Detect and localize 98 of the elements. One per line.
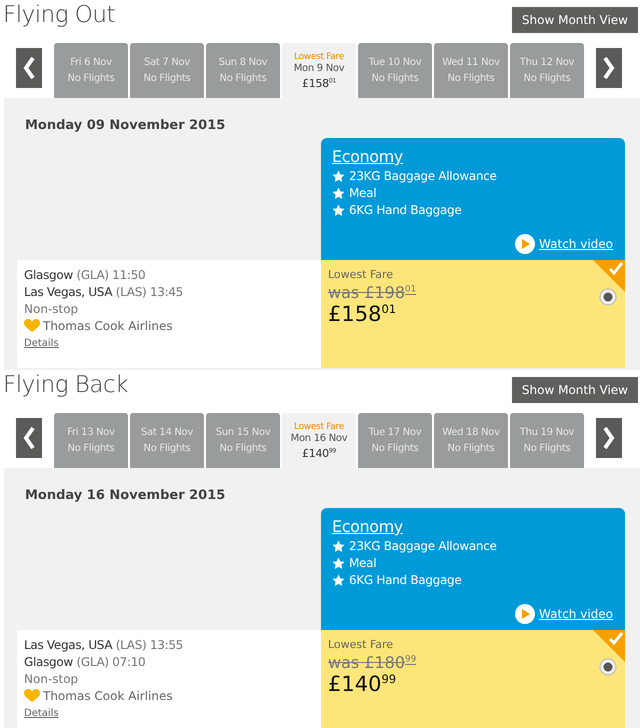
- date-label: Sat 7 Nov: [144, 57, 190, 68]
- tab-info: No Flights: [68, 73, 114, 84]
- date-heading: Monday 09 November 2015: [25, 118, 226, 133]
- play-icon: [515, 234, 536, 254]
- airline-name: Thomas Cook Airlines: [43, 319, 173, 333]
- feature-text: 6KG Hand Baggage: [349, 573, 462, 587]
- tab-info: No Flights: [372, 443, 418, 454]
- show-month-view-button[interactable]: Show Month View: [512, 377, 638, 403]
- departure-text: Las Vegas, USA (LAS) 13:55: [24, 638, 184, 652]
- date-tab[interactable]: Wed 11 Nov No Flights: [434, 43, 508, 98]
- star-icon: [332, 204, 345, 216]
- date-label: Mon 9 Nov: [294, 62, 344, 74]
- date-tab[interactable]: Tue 17 Nov No Flights: [358, 413, 432, 468]
- fare-label: Lowest Fare: [328, 638, 394, 651]
- star-icon: [332, 186, 345, 200]
- feature-text: 23KG Baggage Allowance: [349, 539, 497, 553]
- feature-text: Meal: [349, 556, 376, 570]
- feature-text: 6KG Hand Baggage: [349, 203, 462, 217]
- date-heading: Monday 16 November 2015: [25, 488, 226, 503]
- star-icon: [332, 540, 345, 552]
- next-button[interactable]: [596, 418, 622, 458]
- tab-info: No Flights: [524, 443, 570, 454]
- date-tab[interactable]: Sun 15 Nov No Flights: [206, 413, 280, 468]
- fare-class-name: Economy: [332, 517, 403, 536]
- star-icon: [332, 556, 345, 570]
- stops-text: Non-stop: [24, 672, 80, 686]
- tab-info: No Flights: [220, 443, 266, 454]
- fare-class-name: Economy: [332, 147, 403, 166]
- date-tab[interactable]: Lowest Fare Mon 16 Nov £140$^{99}$: [282, 413, 356, 468]
- arrival-text: Glasgow (GLA) 07:10: [24, 655, 146, 669]
- fare-price: £140$^{99}$: [328, 672, 396, 696]
- fare-option[interactable]: Lowest Fare was £180$^{99}$ £140$^{99}$: [321, 630, 625, 728]
- previous-button[interactable]: [16, 48, 42, 88]
- show-month-view-button[interactable]: Show Month View: [512, 7, 638, 33]
- date-tab[interactable]: Fri 6 Nov No Flights: [54, 43, 128, 98]
- watch-video-link[interactable]: Watch video: [515, 604, 613, 624]
- play-icon: [515, 604, 536, 624]
- radio-button[interactable]: [599, 288, 617, 306]
- date-tab[interactable]: Sat 14 Nov No Flights: [130, 413, 204, 468]
- date-label: Thu 19 Nov: [520, 427, 574, 438]
- radio-button[interactable]: [599, 658, 617, 676]
- feature-text: Meal: [349, 186, 376, 200]
- was-price: was £180$^{99}$: [328, 653, 416, 672]
- date-label: Thu 12 Nov: [520, 57, 574, 68]
- date-tab[interactable]: Sat 7 Nov No Flights: [130, 43, 204, 98]
- tab-info: No Flights: [448, 443, 494, 454]
- stops-text: Non-stop: [24, 302, 80, 316]
- date-label: Tue 10 Nov: [368, 57, 422, 68]
- date-label: Tue 17 Nov: [368, 427, 422, 438]
- date-label: Sun 8 Nov: [218, 57, 268, 68]
- date-label: Sun 15 Nov: [216, 427, 270, 438]
- previous-button[interactable]: [16, 418, 42, 458]
- fare-price: £158$^{01}$: [328, 302, 396, 326]
- date-tab[interactable]: Thu 12 Nov No Flights: [510, 43, 584, 98]
- details-link[interactable]: Details: [24, 338, 314, 349]
- date-label: Wed 18 Nov: [442, 427, 500, 438]
- section-title: Flying Back: [3, 372, 128, 398]
- date-tab[interactable]: Tue 10 Nov No Flights: [358, 43, 432, 98]
- tab-info: No Flights: [144, 73, 190, 84]
- tab-info: £158$^{01}$: [302, 76, 336, 90]
- details-link[interactable]: Details: [24, 708, 314, 719]
- star-icon: [332, 170, 345, 182]
- tab-info: No Flights: [448, 73, 494, 84]
- date-tab[interactable]: Sun 8 Nov No Flights: [206, 43, 280, 98]
- lowest-fare-label: Lowest Fare: [294, 52, 344, 62]
- tab-info: No Flights: [372, 73, 418, 84]
- date-tab[interactable]: Fri 13 Nov No Flights: [54, 413, 128, 468]
- fare-option[interactable]: Lowest Fare was £198$^{01}$ £158$^{01}$: [321, 260, 625, 368]
- date-label: Fri 13 Nov: [67, 427, 115, 438]
- departure-text: Glasgow (GLA) 11:50: [24, 268, 146, 282]
- date-label: Fri 6 Nov: [70, 57, 112, 68]
- date-label: Wed 11 Nov: [442, 57, 500, 68]
- date-tab[interactable]: Lowest Fare Mon 9 Nov £158$^{01}$: [282, 43, 356, 98]
- section-title: Flying Out: [3, 2, 116, 28]
- next-button[interactable]: [596, 48, 622, 88]
- heart-icon: [24, 319, 40, 333]
- chevron-right-icon: [603, 427, 615, 449]
- star-icon: [332, 574, 345, 586]
- date-tab[interactable]: Wed 18 Nov No Flights: [434, 413, 508, 468]
- watch-video-link[interactable]: Watch video: [515, 234, 613, 254]
- date-tab[interactable]: Thu 19 Nov No Flights: [510, 413, 584, 468]
- chevron-left-icon: [23, 427, 35, 449]
- tab-info: £140$^{99}$: [302, 446, 336, 460]
- chevron-right-icon: [603, 57, 615, 79]
- date-label: Mon 16 Nov: [290, 432, 348, 444]
- heart-icon: [24, 689, 40, 703]
- fare-label: Lowest Fare: [328, 268, 394, 281]
- feature-text: 23KG Baggage Allowance: [349, 169, 497, 183]
- chevron-left-icon: [23, 57, 35, 79]
- tab-info: No Flights: [144, 443, 190, 454]
- tab-info: No Flights: [68, 443, 114, 454]
- lowest-fare-label: Lowest Fare: [294, 422, 344, 432]
- arrival-text: Las Vegas, USA (LAS) 13:45: [24, 285, 184, 299]
- airline-name: Thomas Cook Airlines: [43, 689, 173, 703]
- tab-info: No Flights: [524, 73, 570, 84]
- tab-info: No Flights: [220, 73, 266, 84]
- date-label: Sat 14 Nov: [141, 427, 193, 438]
- was-price: was £198$^{01}$: [328, 283, 416, 302]
